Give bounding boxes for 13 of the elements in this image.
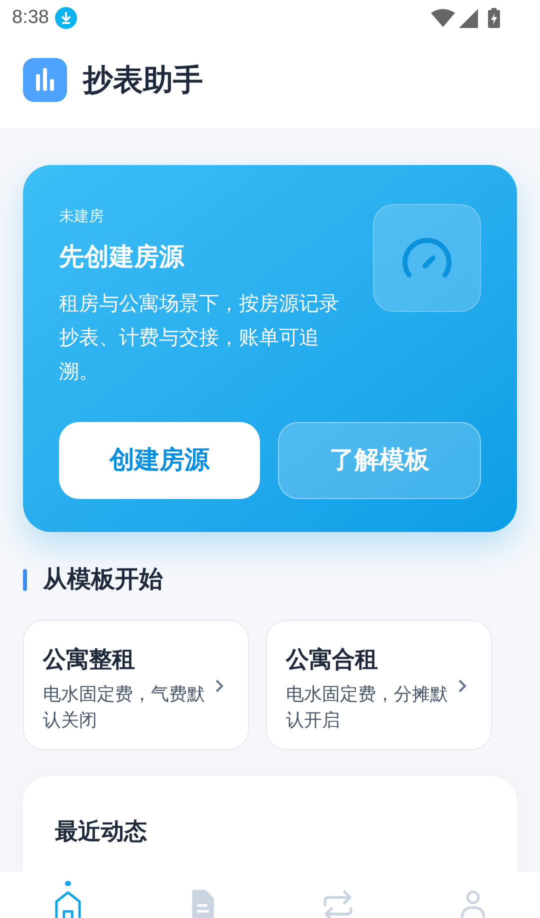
template-card[interactable]: 公寓合租 电水固定费，分摊默认开启 <box>266 620 492 750</box>
status-label: 未建房 <box>59 207 105 227</box>
hero-title: 先创建房源 <box>59 242 186 273</box>
template-description: 电水固定费，分摊默认开启 <box>286 683 448 732</box>
app-title: 抄表助手 <box>83 62 203 98</box>
template-title: 公寓合租 <box>286 645 379 674</box>
hero-description: 租房与公寓场景下，按房源记录抄表、计费与交接，账单可追溯。 <box>59 292 340 385</box>
template-title: 公寓整租 <box>43 645 136 674</box>
template-description: 电水固定费，气费默认关闭 <box>43 683 205 732</box>
recent-title: 最近动态 <box>55 817 148 846</box>
template-card[interactable]: 公寓整租 电水固定费，气费默认关闭 <box>23 620 249 750</box>
section-title: 从模板开始 <box>43 565 163 595</box>
status-time: 8:38 <box>12 6 49 30</box>
